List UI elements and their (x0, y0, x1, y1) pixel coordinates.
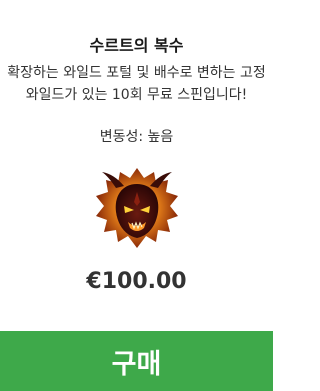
offer-description: 확장하는 와일드 포털 및 배수로 변하는 고정 와일드가 있는 10회 무료 … (7, 65, 266, 103)
offer-title: 수르트의 복수 (89, 36, 184, 55)
price-label: €100.00 (86, 269, 187, 294)
volatility-label: 변동성: 높음 (99, 129, 174, 145)
demon-head-icon (94, 166, 180, 252)
buy-button[interactable]: 구매 (0, 331, 273, 391)
bonus-offer-card: 수르트의 복수 확장하는 와일드 포털 및 배수로 변하는 고정 와일드가 있는… (0, 0, 273, 391)
buy-button-label: 구매 (111, 348, 162, 380)
demon-head-artwork (96, 168, 178, 248)
